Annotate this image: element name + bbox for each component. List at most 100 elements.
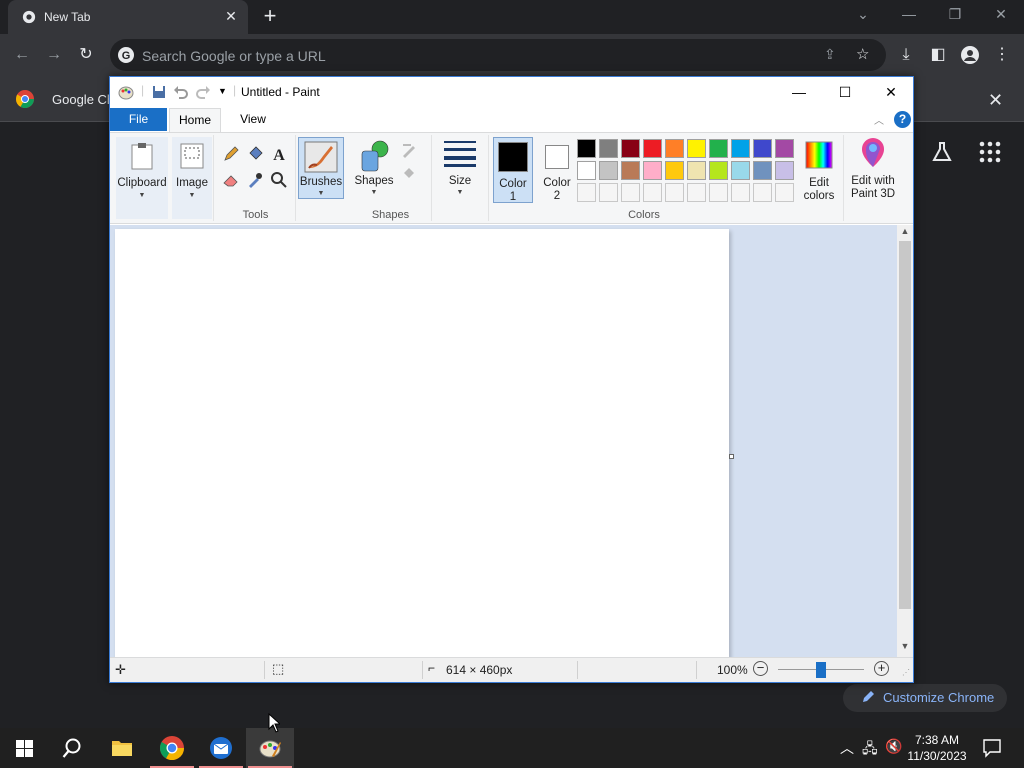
color-swatch[interactable] [599,183,618,202]
chrome-tab-new-tab[interactable]: New Tab ✕ [8,0,248,34]
color-swatch[interactable] [753,183,772,202]
customize-qat-icon[interactable]: ▼ [218,86,227,96]
edit-with-paint3d-button[interactable]: Edit with Paint 3D [846,135,900,201]
collapse-ribbon-icon[interactable]: ︿ [874,112,884,127]
color2-button[interactable]: Color 2 [537,137,577,203]
resize-grip-icon[interactable]: ⋰ [902,668,910,677]
color-swatch[interactable] [687,183,706,202]
zoom-out-button[interactable]: − [753,661,768,676]
color-swatch[interactable] [731,161,750,180]
tab-home[interactable]: Home [169,108,221,133]
color-swatch[interactable] [709,161,728,180]
color-swatch[interactable] [687,161,706,180]
taskbar-chrome[interactable] [148,728,196,768]
reload-icon[interactable]: ↻ [74,43,98,67]
color-swatch[interactable] [709,183,728,202]
color-swatch[interactable] [753,161,772,180]
color-swatch[interactable] [621,139,640,158]
color-swatch[interactable] [775,161,794,180]
color1-button[interactable]: Color 1 [493,137,533,203]
color-swatch[interactable] [665,139,684,158]
close-info-bar-icon[interactable]: ✕ [988,90,1003,111]
color-swatch[interactable] [709,139,728,158]
paint-maximize-button[interactable]: ☐ [822,77,868,107]
vertical-scrollbar[interactable]: ▲ ▼ [897,225,913,657]
eraser-icon[interactable] [222,171,240,189]
magnifier-icon[interactable] [270,171,288,189]
color-swatch[interactable] [643,139,662,158]
start-button[interactable] [0,728,48,768]
canvas-resize-handle[interactable] [729,454,734,459]
scroll-up-icon[interactable]: ▲ [897,226,913,240]
forward-icon[interactable]: → [42,43,66,67]
bookmark-star-icon[interactable]: ☆ [856,45,869,63]
color-swatch[interactable] [665,183,684,202]
color-swatch[interactable] [643,161,662,180]
zoom-slider-thumb[interactable] [816,662,826,678]
save-icon[interactable] [151,84,167,100]
size-button[interactable]: Size ▼ [438,135,482,197]
network-icon[interactable]: 🖧 [862,738,878,762]
outline-icon[interactable] [400,141,418,159]
taskbar-paint[interactable] [246,728,294,768]
show-hidden-icons[interactable]: ︿ [840,738,854,758]
customize-chrome-button[interactable]: Customize Chrome [843,684,1007,712]
pencil-tool-icon[interactable] [222,145,240,163]
color-swatch[interactable] [665,161,684,180]
omnibox[interactable]: G Search Google or type a URL ⇪ ☆ [110,39,886,71]
color-swatch[interactable] [775,183,794,202]
tab-view[interactable]: View [228,108,278,131]
menu-kebab-icon[interactable]: ⋮ [990,43,1014,67]
image-button[interactable]: Image ▼ [172,137,212,219]
scrollbar-thumb[interactable] [899,241,911,609]
color-swatch[interactable] [621,183,640,202]
text-tool-icon[interactable]: A [270,145,288,163]
undo-icon[interactable] [173,84,189,100]
google-apps-icon[interactable] [979,141,1001,163]
tab-file[interactable]: File [110,108,167,131]
color-swatch[interactable] [731,183,750,202]
close-window-button[interactable]: ✕ [978,0,1024,30]
paint-close-button[interactable]: ✕ [868,77,914,107]
edit-colors-button[interactable]: Edit colors [799,137,839,203]
color-swatch[interactable] [577,183,596,202]
share-icon[interactable]: ⇪ [824,46,836,63]
volume-muted-icon[interactable]: 🔇 [885,738,902,755]
color-swatch[interactable] [643,183,662,202]
download-icon[interactable]: ⤓ [894,43,918,67]
search-button[interactable] [48,728,96,768]
shapes-button[interactable]: Shapes ▼ [352,137,396,199]
back-icon[interactable]: ← [10,43,34,67]
color-swatch[interactable] [753,139,772,158]
color-swatch[interactable] [599,161,618,180]
side-panel-icon[interactable]: ◧ [926,43,950,67]
color-swatch[interactable] [775,139,794,158]
paint-minimize-button[interactable]: — [776,77,822,107]
new-tab-button[interactable]: + [258,5,282,29]
color-swatch[interactable] [599,139,618,158]
drawing-canvas[interactable] [115,229,729,657]
tab-search-icon[interactable]: ⌄ [840,0,886,30]
color-swatch[interactable] [731,139,750,158]
profile-icon[interactable] [958,43,982,67]
fill-icon[interactable] [400,163,418,181]
color-swatch[interactable] [577,161,596,180]
redo-icon[interactable] [195,84,211,100]
fill-bucket-icon[interactable] [246,145,264,163]
restore-button[interactable]: ❐ [932,0,978,30]
color-swatch[interactable] [687,139,706,158]
scroll-down-icon[interactable]: ▼ [897,641,913,655]
taskbar-file-explorer[interactable] [98,728,146,768]
color-swatch[interactable] [577,139,596,158]
minimize-button[interactable]: — [886,0,932,30]
taskbar-thunderbird[interactable] [197,728,245,768]
help-icon[interactable]: ? [894,111,911,128]
notifications-icon[interactable] [982,738,1002,758]
labs-flask-icon[interactable] [930,140,954,164]
zoom-in-button[interactable]: + [874,661,889,676]
clipboard-button[interactable]: Clipboard ▼ [116,137,168,219]
color-picker-icon[interactable] [246,171,264,189]
close-tab-icon[interactable]: ✕ [222,7,240,25]
system-clock[interactable]: 7:38 AM 11/30/2023 [904,732,970,764]
color-swatch[interactable] [621,161,640,180]
